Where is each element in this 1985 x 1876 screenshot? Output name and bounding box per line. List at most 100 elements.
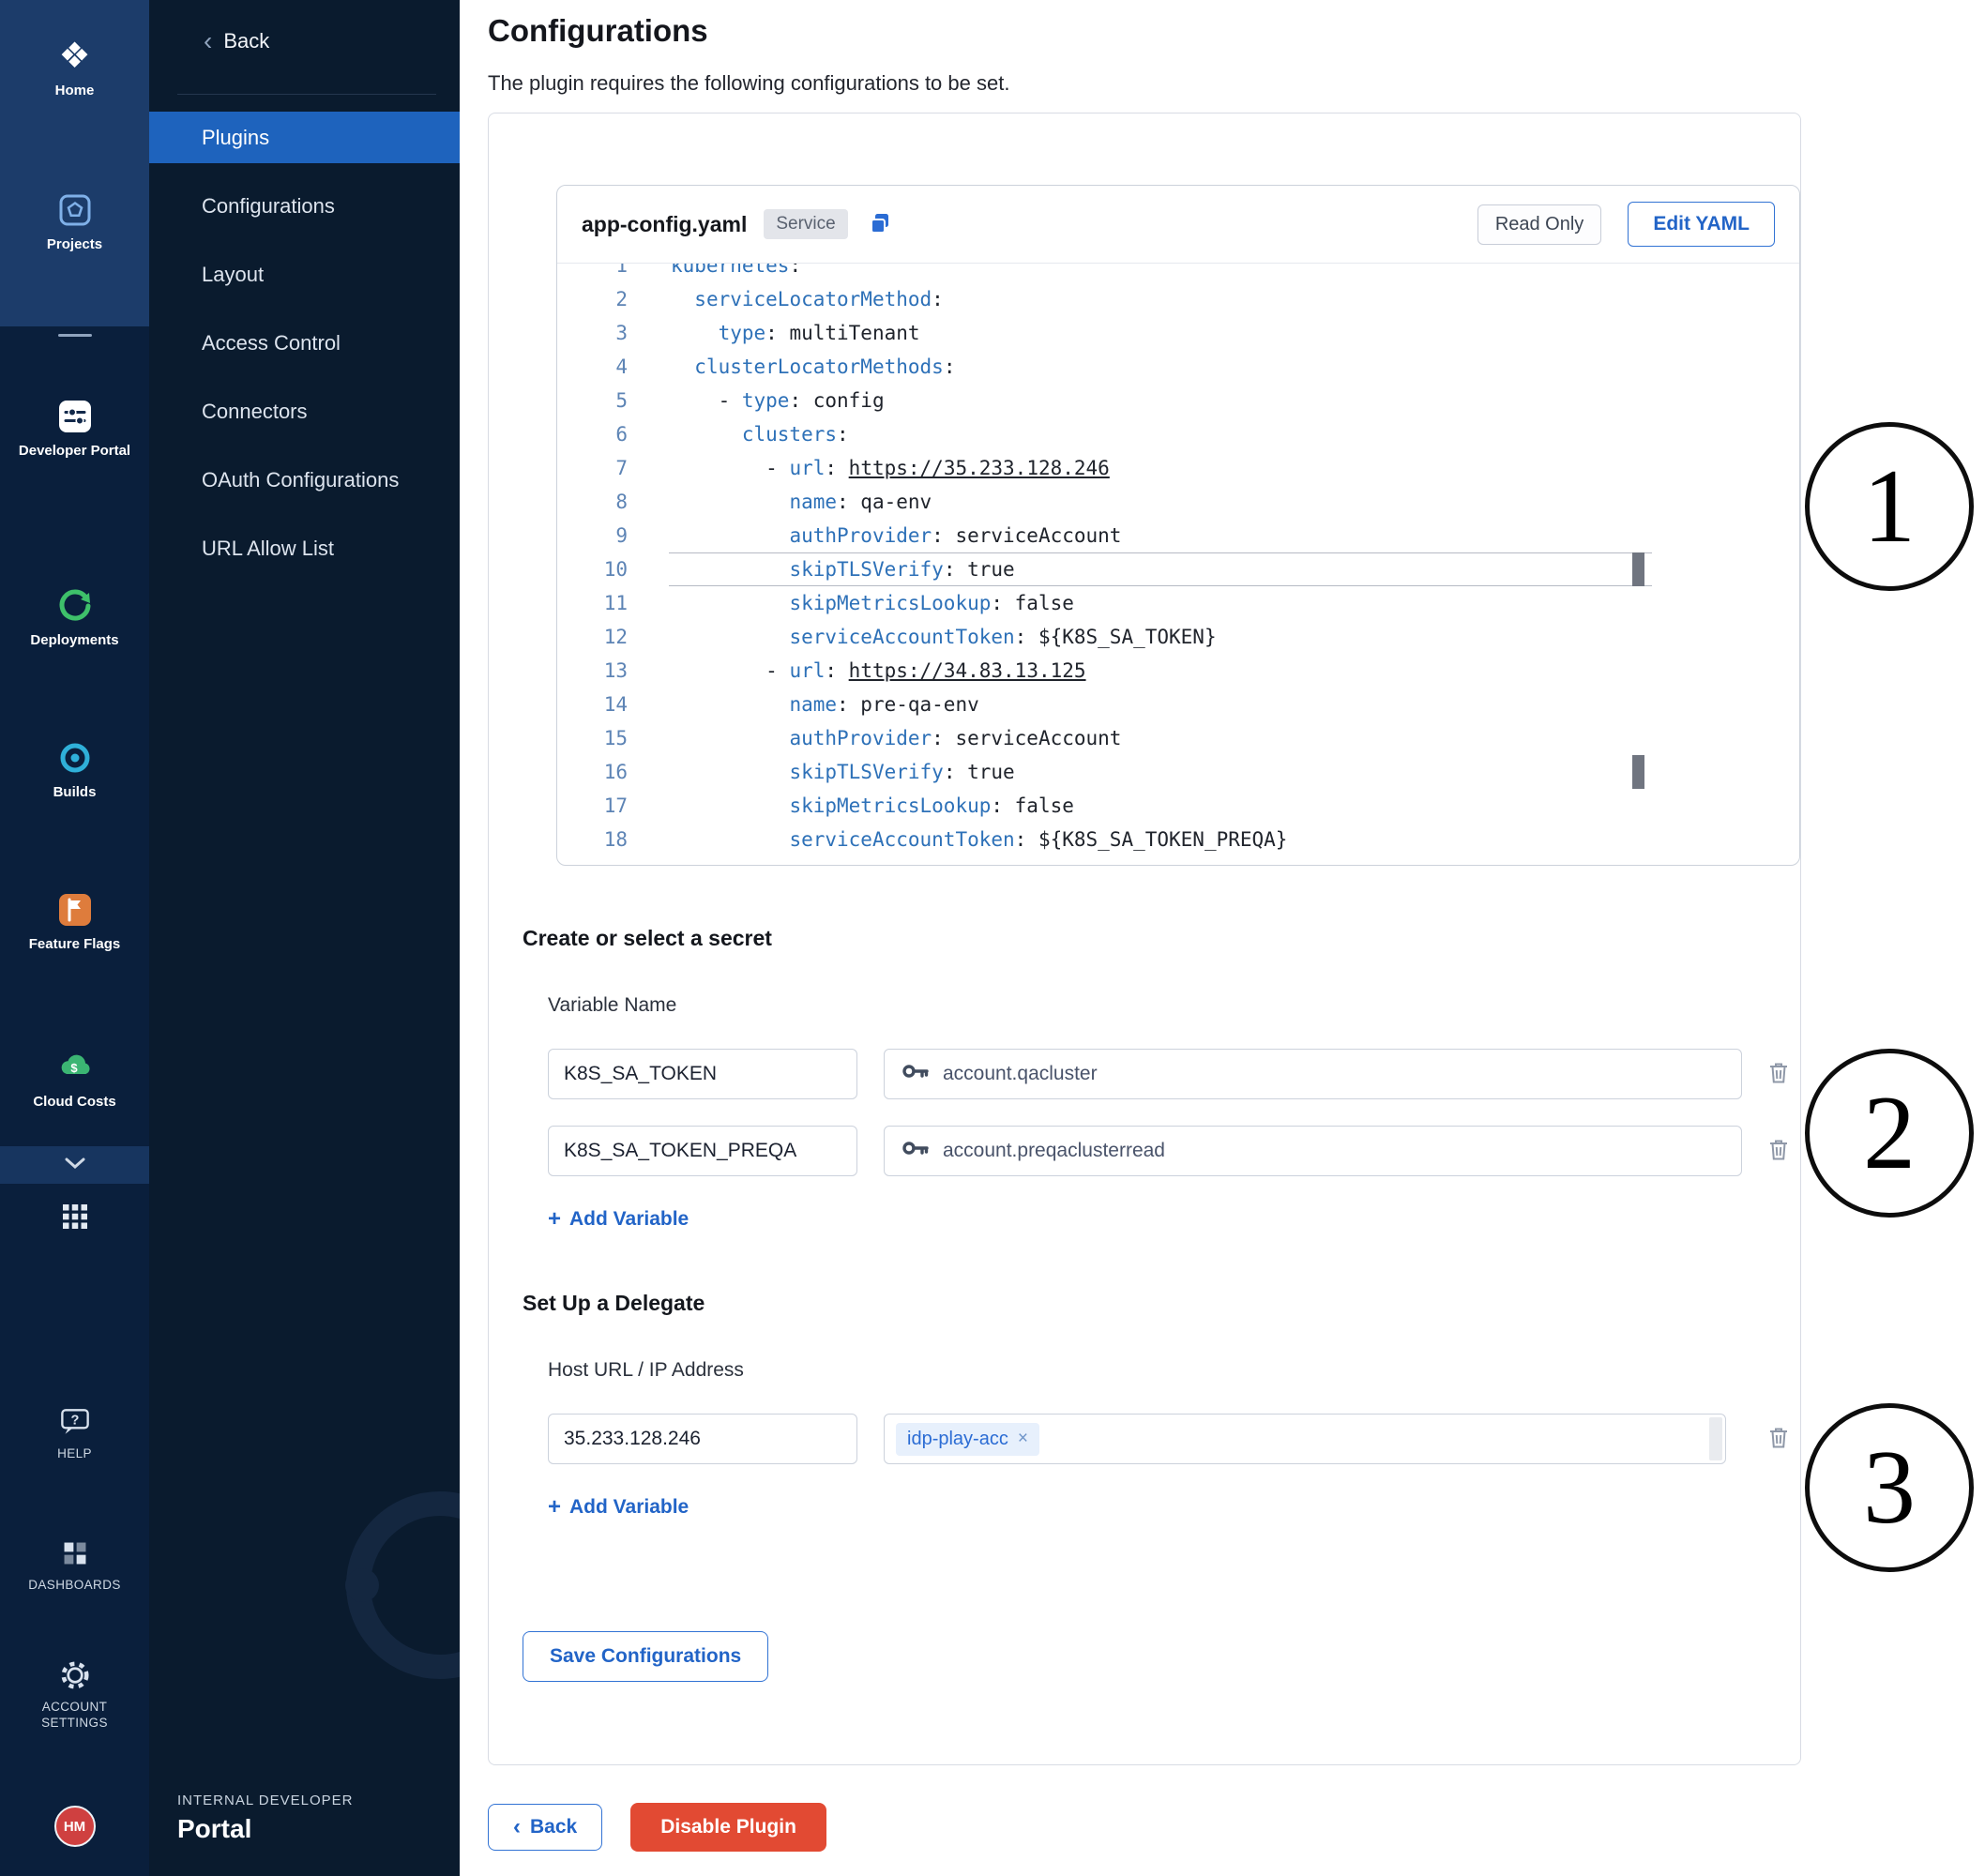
rail-item-developer-portal[interactable]: Developer Portal (0, 394, 149, 461)
builds-icon (0, 735, 149, 780)
rail-item-dashboards[interactable]: DASHBOARDS (0, 1531, 149, 1594)
code-line-11[interactable]: 11 skipMetricsLookup: false (557, 586, 1799, 620)
plus-icon: + (548, 1496, 561, 1519)
code-line-10[interactable]: 10 skipTLSVerify: true (557, 552, 1799, 586)
secret-selector[interactable]: account.qacluster (884, 1049, 1742, 1099)
svg-text:?: ? (70, 1414, 79, 1429)
code-line-16[interactable]: 16 skipTLSVerify: true (557, 755, 1799, 789)
rail-item-feature-flags[interactable]: Feature Flags (0, 887, 149, 954)
line-number: 11 (557, 586, 628, 620)
delegate-tags-field[interactable]: idp-play-acc × (884, 1414, 1726, 1464)
rail-item-help[interactable]: ?HELP (0, 1399, 149, 1462)
tag-label: idp-play-acc (907, 1429, 1008, 1450)
annotation-circle-1: 1 (1805, 422, 1974, 591)
code-line-14[interactable]: 14 name: pre-qa-env (557, 688, 1799, 721)
variable-name-input[interactable] (548, 1049, 857, 1099)
add-variable-link[interactable]: + Add Variable (548, 1208, 689, 1231)
delegate-row: idp-play-acc × (548, 1414, 1800, 1464)
line-number: 13 (557, 654, 628, 688)
secret-selector[interactable]: account.preqaclusterread (884, 1126, 1742, 1176)
rail-item-label: Builds (0, 784, 149, 802)
rail-item-label: ACCOUNT SETTINGS (0, 1700, 149, 1732)
code-line-3[interactable]: 3 type: multiTenant (557, 316, 1799, 350)
rail-item-projects[interactable]: Projects (0, 188, 149, 254)
secret-row: account.qacluster (548, 1049, 1800, 1099)
read-only-badge: Read Only (1477, 204, 1602, 245)
secret-name: account.preqaclusterread (943, 1140, 1165, 1162)
edit-yaml-button[interactable]: Edit YAML (1628, 202, 1775, 247)
rail-item-account-settings[interactable]: ACCOUNT SETTINGS (0, 1653, 149, 1732)
cloud-costs-icon: $ (0, 1045, 149, 1090)
apps-grid-icon[interactable] (0, 1204, 149, 1229)
line-number: 3 (557, 316, 628, 350)
tag-chip[interactable]: idp-play-acc × (896, 1423, 1039, 1456)
submenu-item-plugins[interactable]: Plugins (149, 103, 460, 172)
code-text: - url: https://34.83.13.125 (628, 654, 1086, 688)
code-line-12[interactable]: 12 serviceAccountToken: ${K8S_SA_TOKEN} (557, 620, 1799, 654)
code-line-8[interactable]: 8 name: qa-env (557, 485, 1799, 519)
rail-section-divider (58, 334, 92, 337)
code-line-9[interactable]: 9 authProvider: serviceAccount (557, 519, 1799, 552)
code-line-2[interactable]: 2 serviceLocatorMethod: (557, 282, 1799, 316)
code-text: serviceAccountToken: ${K8S_SA_TOKEN} (628, 620, 1217, 654)
code-line-13[interactable]: 13 - url: https://34.83.13.125 (557, 654, 1799, 688)
submenu-item-layout[interactable]: Layout (149, 240, 460, 309)
page-subtitle: The plugin requires the following config… (488, 71, 1009, 96)
harness-logo-icon: ❖ (0, 34, 149, 79)
secret-row: account.preqaclusterread (548, 1126, 1800, 1176)
code-line-15[interactable]: 15 authProvider: serviceAccount (557, 721, 1799, 755)
rail-item-label: Deployments (0, 632, 149, 650)
rail-item-label: Home (0, 83, 149, 100)
disable-plugin-button[interactable]: Disable Plugin (630, 1803, 826, 1852)
copy-button[interactable] (867, 210, 893, 239)
line-number: 5 (557, 384, 628, 417)
code-line-5[interactable]: 5 - type: config (557, 384, 1799, 417)
back-nav[interactable]: ‹ Back (204, 28, 269, 54)
rail-item-home[interactable]: ❖ Home (0, 34, 149, 100)
remove-tag-icon[interactable]: × (1018, 1429, 1028, 1449)
submenu-item-url-allow-list[interactable]: URL Allow List (149, 514, 460, 582)
code-text: serviceAccountToken: ${K8S_SA_TOKEN_PREQ… (628, 823, 1287, 856)
code-line-4[interactable]: 4 clusterLocatorMethods: (557, 350, 1799, 384)
user-avatar[interactable]: HM (54, 1806, 96, 1847)
code-line-17[interactable]: 17 skipMetricsLookup: false (557, 789, 1799, 823)
line-number: 2 (557, 282, 628, 316)
code-line-1[interactable]: 1kubernetes: (557, 264, 1799, 282)
line-number: 17 (557, 789, 628, 823)
back-label: Back (223, 29, 269, 53)
scrollbar-mark[interactable] (1632, 552, 1644, 586)
back-button[interactable]: ‹ Back (488, 1804, 602, 1851)
svg-text:$: $ (70, 1061, 78, 1075)
yaml-filename: app-config.yaml (582, 212, 747, 237)
host-url-input[interactable] (548, 1414, 857, 1464)
submenu-item-configurations[interactable]: Configurations (149, 172, 460, 240)
variable-name-input[interactable] (548, 1126, 857, 1176)
submenu-item-oauth-configurations[interactable]: OAuth Configurations (149, 446, 460, 514)
code-line-18[interactable]: 18 serviceAccountToken: ${K8S_SA_TOKEN_P… (557, 823, 1799, 856)
line-number: 15 (557, 721, 628, 755)
code-line-7[interactable]: 7 - url: https://35.233.128.246 (557, 451, 1799, 485)
rail-item-cloud-costs[interactable]: $Cloud Costs (0, 1045, 149, 1112)
code-text: skipTLSVerify: true (628, 755, 1015, 789)
delegate-section-title: Set Up a Delegate (523, 1291, 1800, 1316)
submenu-item-connectors[interactable]: Connectors (149, 377, 460, 446)
delete-row-button[interactable] (1763, 1056, 1795, 1093)
delete-row-button[interactable] (1763, 1133, 1795, 1170)
rail-item-deployments[interactable]: Deployments (0, 583, 149, 650)
submenu-item-access-control[interactable]: Access Control (149, 309, 460, 377)
copy-icon (867, 210, 893, 239)
scrollbar-mark[interactable] (1632, 755, 1644, 789)
add-variable-link[interactable]: + Add Variable (548, 1496, 689, 1519)
code-line-6[interactable]: 6 clusters: (557, 417, 1799, 451)
line-number: 16 (557, 755, 628, 789)
secret-name: account.qacluster (943, 1063, 1098, 1085)
rail-item-builds[interactable]: Builds (0, 735, 149, 802)
configurations-card: app-config.yaml Service Read Only Edit Y… (488, 113, 1801, 1765)
key-icon (902, 1061, 930, 1087)
rail-collapse-strip[interactable] (0, 1146, 149, 1184)
help-icon: ? (0, 1399, 149, 1445)
chevron-left-icon: ‹ (204, 28, 212, 54)
save-configurations-button[interactable]: Save Configurations (523, 1631, 768, 1682)
delete-row-button[interactable] (1763, 1421, 1795, 1458)
code-editor[interactable]: 1kubernetes:2 serviceLocatorMethod:3 typ… (557, 264, 1799, 866)
